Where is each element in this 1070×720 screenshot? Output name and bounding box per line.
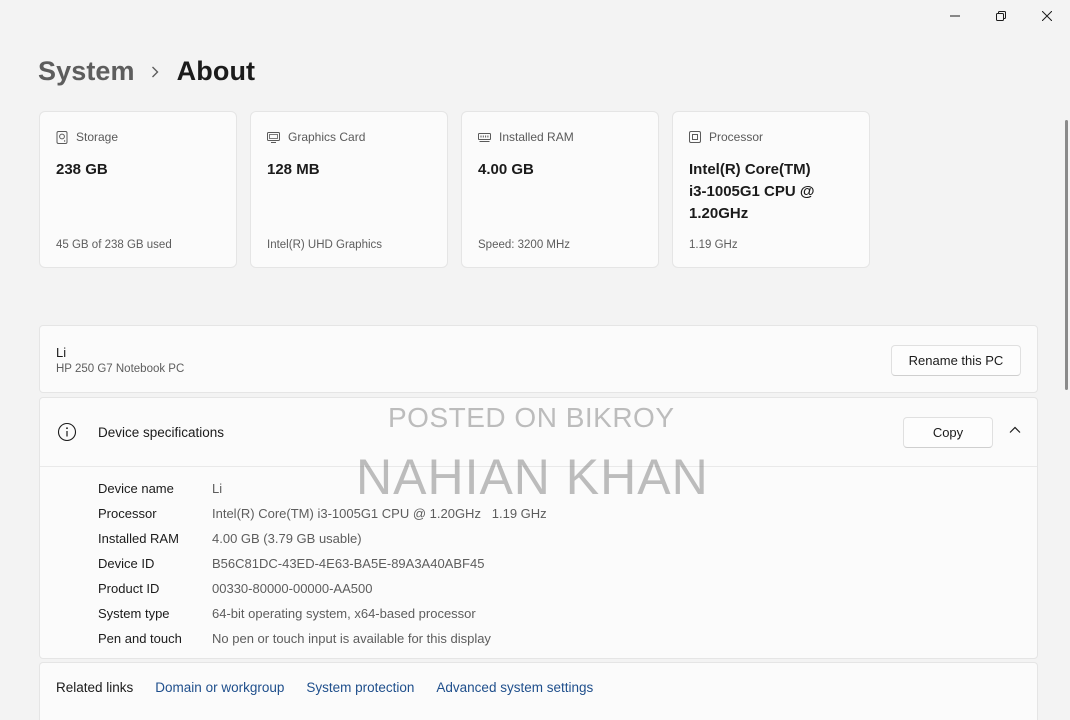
installed-ram-value: 4.00 GB xyxy=(478,161,534,178)
spec-value: 4.00 GB (3.79 GB usable) xyxy=(212,531,362,546)
scrollbar-thumb[interactable] xyxy=(1065,120,1068,390)
info-icon xyxy=(57,422,77,442)
advanced-system-settings-link[interactable]: Advanced system settings xyxy=(436,680,593,695)
spec-label: Device ID xyxy=(98,556,155,571)
spec-value: Li xyxy=(212,481,223,496)
storage-icon xyxy=(56,130,68,144)
spec-label: Device name xyxy=(98,481,174,496)
breadcrumb: System About xyxy=(38,56,255,87)
watermark-line: POSTED ON BIKROY xyxy=(388,402,675,433)
graphics-card-label: Graphics Card xyxy=(288,130,366,144)
device-specifications-title: Device specifications xyxy=(98,425,225,440)
processor-card-value: Intel(R) Core(TM) i3-1005G1 CPU @ 1.20GH… xyxy=(689,159,853,225)
settings-window: System About Storage 238 GB 45 GB of 238… xyxy=(0,0,1070,720)
minimize-icon xyxy=(950,15,960,17)
rename-pc-button[interactable]: Rename this PC xyxy=(891,345,1021,376)
spec-value: B56C81DC-43ED-4E63-BA5E-89A3A40ABF45 xyxy=(212,556,485,571)
graphics-card-detail: Intel(R) UHD Graphics xyxy=(267,239,383,251)
graphics-card-value: 128 MB xyxy=(267,161,320,178)
graphics-card-icon xyxy=(267,131,280,143)
processor-value-line: Intel(R) Core(TM) xyxy=(689,161,811,178)
ram-icon xyxy=(478,132,491,142)
watermark-line: NAHIAN KHAN xyxy=(356,449,709,505)
pc-name-panel: Li HP 250 G7 Notebook PC Rename this PC xyxy=(39,325,1038,393)
spec-label: Pen and touch xyxy=(98,631,182,646)
processor-value-line: 1.20GHz xyxy=(689,205,749,222)
graphics-card-card[interactable]: Graphics Card 128 MB Intel(R) UHD Graphi… xyxy=(250,111,448,268)
spec-cards: Storage 238 GB 45 GB of 238 GB used Grap… xyxy=(39,111,870,268)
processor-card-label: Processor xyxy=(709,130,764,144)
spec-value: Intel(R) Core(TM) i3-1005G1 CPU @ 1.20GH… xyxy=(212,506,547,521)
breadcrumb-system-link[interactable]: System xyxy=(38,56,135,87)
spec-row: Installed RAM 4.00 GB (3.79 GB usable) xyxy=(98,526,547,551)
storage-card[interactable]: Storage 238 GB 45 GB of 238 GB used xyxy=(39,111,237,268)
installed-ram-card[interactable]: Installed RAM 4.00 GB Speed: 3200 MHz xyxy=(461,111,659,268)
restore-button[interactable] xyxy=(978,0,1024,32)
minimize-button[interactable] xyxy=(932,0,978,32)
close-icon xyxy=(1042,11,1052,21)
close-button[interactable] xyxy=(1024,0,1070,32)
spec-label: Product ID xyxy=(98,581,160,596)
caption-buttons xyxy=(932,0,1070,32)
spec-value: 64-bit operating system, x64-based proce… xyxy=(212,606,476,621)
related-links-panel: Related links Domain or workgroup System… xyxy=(39,662,1038,720)
spec-value: 00330-80000-00000-AA500 xyxy=(212,581,373,596)
domain-or-workgroup-link[interactable]: Domain or workgroup xyxy=(155,680,284,695)
spec-row: Pen and touch No pen or touch input is a… xyxy=(98,626,547,651)
chevron-right-icon xyxy=(151,66,159,78)
storage-card-value: 238 GB xyxy=(56,161,108,178)
chevron-up-icon[interactable] xyxy=(1009,426,1021,434)
processor-value-line: i3-1005G1 CPU @ xyxy=(689,183,815,200)
processor-card-detail: 1.19 GHz xyxy=(689,239,738,251)
spec-row: Product ID 00330-80000-00000-AA500 xyxy=(98,576,547,601)
restore-icon xyxy=(996,11,1006,21)
spec-label: System type xyxy=(98,606,170,621)
related-links-label: Related links xyxy=(56,680,134,695)
pc-model: HP 250 G7 Notebook PC xyxy=(56,363,185,375)
installed-ram-label: Installed RAM xyxy=(499,130,574,144)
spec-label: Installed RAM xyxy=(98,531,179,546)
spec-row: System type 64-bit operating system, x64… xyxy=(98,601,547,626)
device-specifications-panel: Device specifications Copy Device name L… xyxy=(39,397,1038,659)
storage-card-detail: 45 GB of 238 GB used xyxy=(56,239,172,251)
processor-card[interactable]: Processor Intel(R) Core(TM) i3-1005G1 CP… xyxy=(672,111,870,268)
installed-ram-detail: Speed: 3200 MHz xyxy=(478,239,571,251)
spec-label: Processor xyxy=(98,506,157,521)
spec-value: No pen or touch input is available for t… xyxy=(212,631,491,646)
processor-icon xyxy=(689,131,701,143)
system-protection-link[interactable]: System protection xyxy=(306,680,414,695)
storage-card-label: Storage xyxy=(76,130,119,144)
spec-row: Device ID B56C81DC-43ED-4E63-BA5E-89A3A4… xyxy=(98,551,547,576)
copy-button[interactable]: Copy xyxy=(903,417,993,448)
pc-name: Li xyxy=(56,345,67,360)
page-title: About xyxy=(176,56,256,86)
